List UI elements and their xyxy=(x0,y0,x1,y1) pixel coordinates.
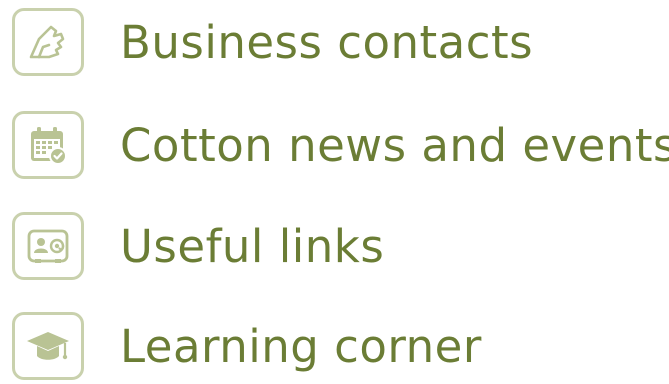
menu-item-label: Cotton news and events xyxy=(120,118,669,172)
menu-item-business-contacts[interactable]: Business contacts xyxy=(12,4,533,80)
menu-item-label: Learning corner xyxy=(120,319,482,373)
contact-card-at-icon xyxy=(12,212,84,280)
menu-list: Business contacts Cotton news and events xyxy=(0,0,669,380)
handshake-icon xyxy=(12,8,84,76)
menu-item-learning-corner[interactable]: Learning corner xyxy=(12,308,482,384)
menu-item-label: Business contacts xyxy=(120,15,534,69)
graduation-cap-icon xyxy=(12,312,84,380)
menu-item-cotton-news-and-events[interactable]: Cotton news and events xyxy=(12,107,669,183)
menu-item-label: Useful links xyxy=(120,219,385,273)
menu-item-useful-links[interactable]: Useful links xyxy=(12,208,384,284)
calendar-check-icon xyxy=(12,111,84,179)
